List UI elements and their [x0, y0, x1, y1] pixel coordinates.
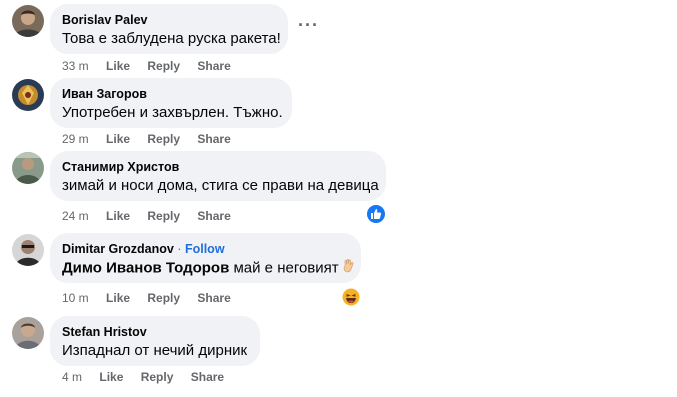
comment-author[interactable]: Borislav Palev — [62, 12, 276, 28]
share-button[interactable]: Share — [191, 370, 224, 384]
comment-time[interactable]: 29 m — [62, 132, 89, 146]
more-options-icon[interactable]: ··· — [298, 16, 319, 34]
like-button[interactable]: Like — [106, 132, 130, 146]
comment-time[interactable]: 10 m — [62, 291, 89, 305]
reply-button[interactable]: Reply — [147, 59, 180, 73]
comment-text: зимай и носи дома, стига се прави на дев… — [62, 177, 379, 194]
comment-actions: 10 m Like Reply Share — [62, 290, 245, 306]
comment-author[interactable]: Stefan Hristov — [62, 324, 248, 340]
waving-hand-icon — [342, 258, 356, 279]
comment-text: Това е заблудена руска ракета! — [62, 30, 281, 47]
comment-bubble: Borislav Palev Това е заблудена руска ра… — [50, 4, 288, 54]
share-button[interactable]: Share — [197, 59, 230, 73]
comment-actions: 24 m Like Reply Share — [62, 208, 245, 224]
comment-bubble: Dimitar Grozdanov · Follow Димо Иванов Т… — [50, 233, 361, 283]
comment-author[interactable]: Станимир Христов — [62, 159, 374, 175]
avatar[interactable] — [12, 234, 44, 266]
comment-time[interactable]: 4 m — [62, 370, 82, 384]
share-button[interactable]: Share — [197, 132, 230, 146]
mentioned-user[interactable]: Димо Иванов Тодоров — [62, 259, 229, 276]
comment-actions: 29 m Like Reply Share — [62, 131, 245, 147]
separator-dot: · — [177, 242, 182, 256]
avatar[interactable] — [12, 5, 44, 37]
comment-author[interactable]: Иван Загоров — [62, 86, 280, 102]
like-icon[interactable] — [367, 205, 385, 223]
share-button[interactable]: Share — [197, 209, 230, 223]
comment-bubble: Станимир Христов зимай и носи дома, стиг… — [50, 151, 386, 201]
like-button[interactable]: Like — [106, 209, 130, 223]
comment-actions: 33 m Like Reply Share — [62, 58, 245, 74]
share-button[interactable]: Share — [197, 291, 230, 305]
follow-button[interactable]: Follow — [185, 242, 225, 256]
avatar[interactable] — [12, 317, 44, 349]
like-button[interactable]: Like — [99, 370, 123, 384]
comment-time[interactable]: 24 m — [62, 209, 89, 223]
comment-text: Изпаднал от нечий дирник — [62, 342, 248, 359]
reply-button[interactable]: Reply — [141, 370, 174, 384]
avatar[interactable] — [12, 152, 44, 184]
comment-bubble: Иван Загоров Употребен и захвърлен. Тъжн… — [50, 78, 292, 128]
like-button[interactable]: Like — [106, 291, 130, 305]
reply-button[interactable]: Reply — [147, 209, 180, 223]
haha-icon[interactable] — [342, 288, 360, 306]
comment-time[interactable]: 33 m — [62, 59, 89, 73]
like-button[interactable]: Like — [106, 59, 130, 73]
comment-actions: 4 m Like Reply Share — [62, 369, 238, 385]
reply-button[interactable]: Reply — [147, 291, 180, 305]
reply-button[interactable]: Reply — [147, 132, 180, 146]
comment-text: Димо Иванов Тодоров май е неговият — [62, 258, 354, 279]
comment-author-row: Dimitar Grozdanov · Follow — [62, 241, 349, 257]
avatar[interactable] — [12, 79, 44, 111]
comment-text-body: май е неговият — [233, 259, 339, 277]
comment-author[interactable]: Dimitar Grozdanov — [62, 242, 174, 256]
comment-text: Употребен и захвърлен. Тъжно. — [62, 104, 283, 121]
comment-bubble: Stefan Hristov Изпаднал от нечий дирник — [50, 316, 260, 366]
